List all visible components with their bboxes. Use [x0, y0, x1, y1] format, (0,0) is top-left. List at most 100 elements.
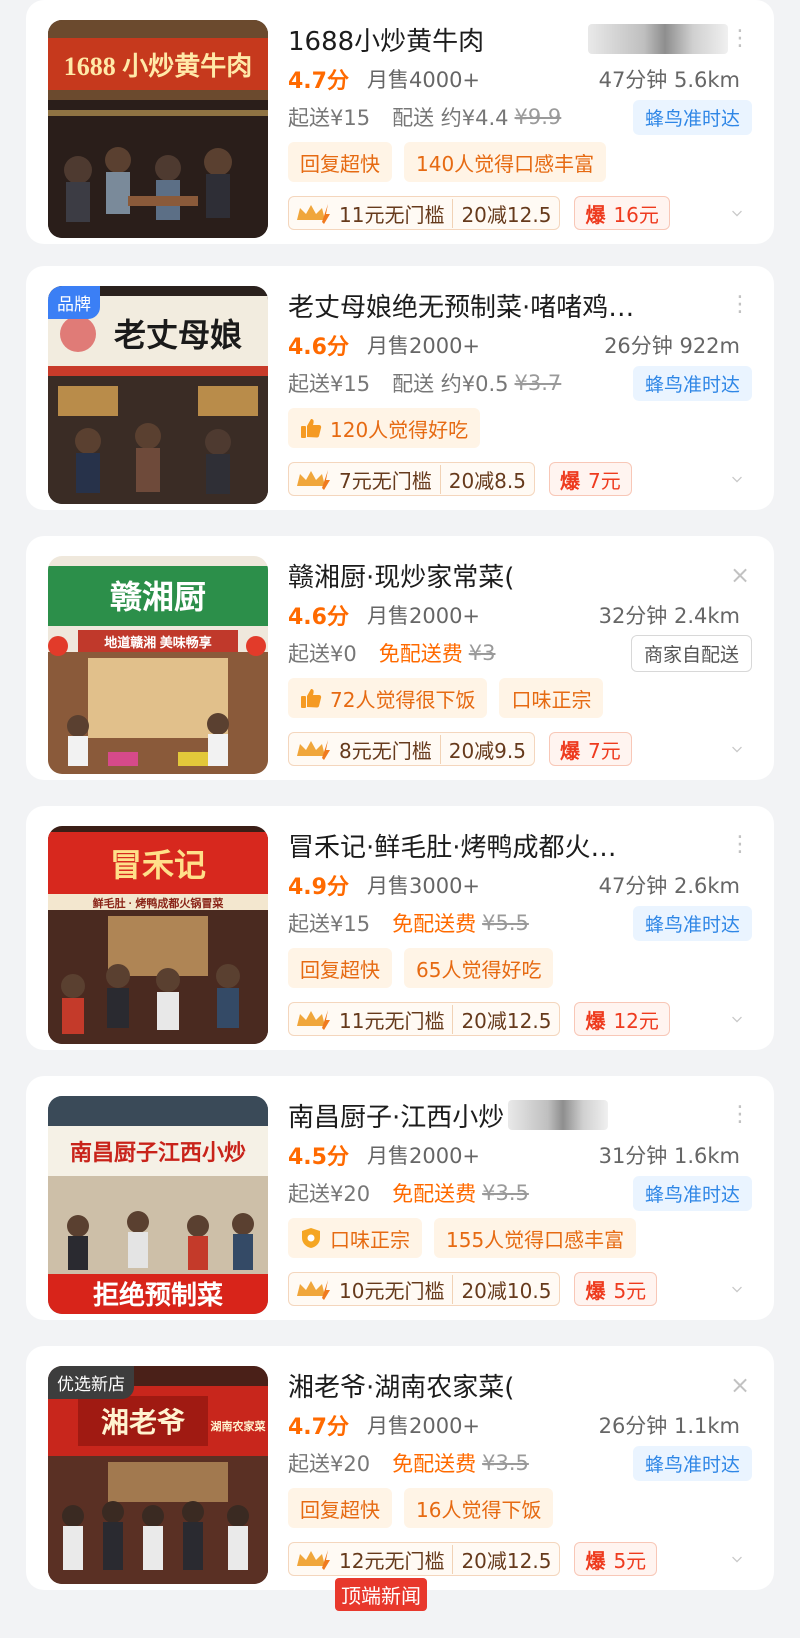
time-distance: 47分钟 2.6km — [598, 874, 740, 898]
delivery-badge: 蜂鸟准时达 — [632, 1175, 752, 1211]
more-icon[interactable]: ⋮ — [728, 834, 752, 856]
original-fee: ¥9.9 — [514, 105, 562, 129]
min-order: 起送¥15 — [288, 372, 371, 396]
original-fee: ¥3.5 — [482, 1451, 529, 1475]
burst-offer: 爆 16元 — [574, 196, 670, 230]
burst-value: 5元 — [613, 1548, 647, 1573]
burst-value: 7元 — [588, 738, 621, 763]
shop-photo[interactable]: 赣湘厨 地道赣湘 美味畅享 — [48, 556, 268, 774]
burst-label: 爆 — [585, 1008, 606, 1033]
rating: 4.7分 — [288, 1415, 349, 1440]
burst-offer: 爆 5元 — [574, 1542, 658, 1576]
chevron-down-icon[interactable] — [730, 468, 752, 490]
chevron-down-icon[interactable] — [730, 738, 752, 760]
offer-discount: 20减8.5 — [439, 464, 534, 494]
chip-text: 120人觉得好吃 — [330, 417, 469, 442]
close-icon[interactable]: × — [728, 561, 752, 589]
min-order: 起送¥15 — [288, 106, 371, 130]
offers-row[interactable]: 11元无门槛 20减12.5 爆 16元 — [288, 194, 752, 232]
offers-row[interactable]: 11元无门槛 20减12.5 爆 12元 — [288, 1000, 752, 1038]
time-distance: 47分钟 5.6km — [598, 68, 740, 92]
offer-no-threshold: 7元无门槛 — [339, 468, 432, 493]
shop-photo[interactable]: 1688 小炒黄牛肉 — [48, 20, 268, 238]
sign-text: 1688 小炒黄牛肉 — [64, 52, 253, 81]
thumbs-up-icon — [301, 419, 322, 438]
offer-no-threshold: 11元无门槛 — [339, 1008, 445, 1033]
more-icon[interactable]: ⋮ — [728, 28, 752, 50]
sign-subtext: 湖南农家菜 — [211, 1419, 267, 1433]
shop-name[interactable]: 南昌厨子·江西小炒 — [288, 1097, 504, 1134]
burst-label: 爆 — [585, 1278, 606, 1303]
shop-name[interactable]: 1688小炒黄牛肉 — [288, 21, 584, 58]
offer-discount: 20减9.5 — [439, 734, 534, 764]
offer-discount: 20减10.5 — [452, 1274, 559, 1304]
delivery-fee: 配送 约¥0.5 — [392, 372, 509, 396]
shop-photo[interactable]: 冒禾记 鲜毛肚 · 烤鸭成都火锅冒菜 — [48, 826, 268, 1044]
rating: 4.6分 — [288, 605, 349, 630]
sign-subtext: 地道赣湘 美味畅享 — [104, 635, 212, 650]
close-icon[interactable]: × — [728, 1371, 752, 1399]
shop-photo[interactable]: 南昌厨子江西小炒 拒绝预制菜 — [48, 1096, 268, 1314]
min-order: 起送¥20 — [288, 1182, 371, 1206]
delivery-fee: 配送 约¥4.4 — [392, 106, 509, 130]
offer-no-threshold: 8元无门槛 — [339, 738, 432, 763]
shop-photo[interactable]: 优选新店 湘老爷 湖南农家菜 — [48, 1366, 268, 1584]
min-order: 起送¥20 — [288, 1452, 371, 1476]
delivery-badge: 商家自配送 — [630, 634, 752, 672]
sign-text: 南昌厨子江西小炒 — [70, 1140, 246, 1165]
chip-text: 口味正宗 — [511, 687, 592, 712]
delivery-badge: 蜂鸟准时达 — [632, 905, 752, 941]
delivery-badge: 蜂鸟准时达 — [632, 1445, 752, 1481]
offer-box: 12元无门槛 20减12.5 — [288, 1542, 561, 1576]
chevron-down-icon[interactable] — [730, 1548, 752, 1570]
offers-row[interactable]: 10元无门槛 20减10.5 爆 5元 — [288, 1270, 752, 1308]
free-delivery: 免配送费 — [378, 642, 463, 666]
chevron-down-icon[interactable] — [730, 1008, 752, 1030]
chevron-down-icon[interactable] — [730, 1278, 752, 1300]
shop-name[interactable]: 老丈母娘绝无预制菜·啫啫鸡… — [288, 287, 728, 324]
shop-card[interactable]: 品牌 老丈母娘 老丈母娘绝无预制菜·啫啫鸡… ⋮ 4.6分 月售2000+ 26… — [26, 266, 774, 510]
chip-text: 回复超快 — [300, 957, 380, 982]
shop-photo[interactable]: 品牌 老丈母娘 — [48, 286, 268, 504]
shop-name[interactable]: 赣湘厨·现炒家常菜( — [288, 557, 728, 594]
shop-card[interactable]: 优选新店 湘老爷 湖南农家菜 湘老爷·湖南农家菜( × 4.7分 月售2000+… — [26, 1346, 774, 1590]
burst-value: 12元 — [613, 1008, 659, 1033]
original-fee: ¥3.5 — [482, 1181, 529, 1205]
min-order: 起送¥15 — [288, 912, 371, 936]
feature-chip: 155人觉得口感丰富 — [434, 1218, 637, 1258]
burst-value: 7元 — [588, 468, 621, 493]
offer-discount: 20减12.5 — [452, 198, 559, 228]
shop-card[interactable]: 冒禾记 鲜毛肚 · 烤鸭成都火锅冒菜 冒禾记·鲜毛肚·烤鸭成都火… ⋮ 4.9分… — [26, 806, 774, 1050]
chevron-down-icon[interactable] — [730, 202, 752, 224]
shop-card[interactable]: 1688 小炒黄牛肉 1688小炒黄牛肉 ⋮ 4.7分 月售4000+ 47分钟… — [26, 0, 774, 244]
burst-offer: 爆 7元 — [549, 732, 632, 766]
new-shop-tag: 优选新店 — [48, 1366, 134, 1399]
burst-value: 16元 — [613, 202, 659, 227]
burst-offer: 爆 7元 — [549, 462, 632, 496]
offer-box: 11元无门槛 20减12.5 — [288, 196, 561, 230]
sign-text: 湘老爷 — [101, 1407, 186, 1439]
shop-card[interactable]: 赣湘厨 地道赣湘 美味畅享 赣湘厨·现炒家常菜( × 4.6分 月售2000+ … — [26, 536, 774, 780]
shop-card[interactable]: 南昌厨子江西小炒 拒绝预制菜 南昌厨子·江西小炒 ⋮ 4.5分 月售2000+ … — [26, 1076, 774, 1320]
rating: 4.7分 — [288, 69, 349, 94]
chip-text: 65人觉得好吃 — [416, 957, 542, 982]
more-icon[interactable]: ⋮ — [728, 294, 752, 316]
more-icon[interactable]: ⋮ — [728, 1104, 752, 1126]
original-fee: ¥5.5 — [482, 911, 529, 935]
redacted-region — [508, 1100, 609, 1130]
chip-text: 16人觉得下饭 — [416, 1497, 542, 1522]
shop-name[interactable]: 湘老爷·湖南农家菜( — [288, 1367, 728, 1404]
offers-row[interactable]: 8元无门槛 20减9.5 爆 7元 — [288, 730, 752, 768]
offers-row[interactable]: 12元无门槛 20减12.5 爆 5元 — [288, 1540, 752, 1578]
min-order: 起送¥0 — [288, 642, 357, 666]
offers-row[interactable]: 7元无门槛 20减8.5 爆 7元 — [288, 460, 752, 498]
brand-tag: 品牌 — [48, 286, 100, 319]
shop-photo-image: 赣湘厨 地道赣湘 美味畅享 — [48, 556, 268, 774]
sign-text: 老丈母娘 — [114, 317, 242, 353]
shop-name[interactable]: 冒禾记·鲜毛肚·烤鸭成都火… — [288, 827, 728, 864]
offer-no-threshold: 12元无门槛 — [339, 1548, 445, 1573]
monthly-sales: 月售2000+ — [366, 334, 481, 358]
burst-label: 爆 — [560, 738, 580, 763]
offer-discount: 20减12.5 — [452, 1004, 559, 1034]
shop-photo-image: 1688 小炒黄牛肉 — [48, 20, 268, 238]
